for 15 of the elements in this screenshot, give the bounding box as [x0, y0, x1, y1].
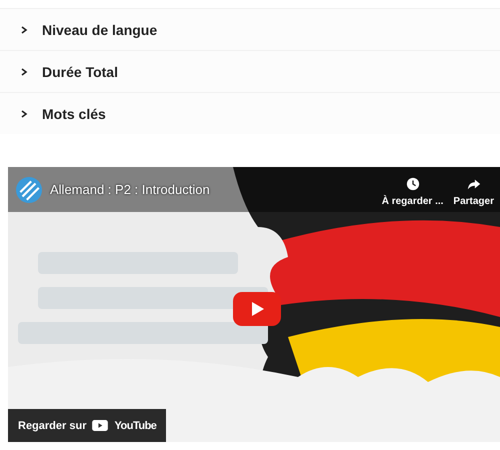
video-title[interactable]: Allemand : P2 : Introduction [50, 182, 210, 197]
chevron-icon [20, 24, 28, 34]
video-action-button[interactable]: À regarder ... [382, 177, 444, 207]
accordion-label: Mots clés [42, 106, 106, 122]
play-logo-icon [92, 420, 108, 431]
watch-on-youtube-button[interactable]: Regarder sur YouTube [8, 409, 166, 442]
play-button[interactable] [233, 292, 281, 326]
clock-icon [406, 177, 420, 191]
share-icon [466, 177, 481, 191]
video-action-button[interactable]: Partager [453, 177, 494, 207]
chevron-icon [20, 108, 28, 118]
channel-avatar-icon[interactable] [16, 177, 42, 203]
accordion-label: Niveau de langue [42, 22, 158, 38]
chevron-icon [20, 66, 28, 76]
accordion-label: Durée Total [42, 64, 118, 80]
